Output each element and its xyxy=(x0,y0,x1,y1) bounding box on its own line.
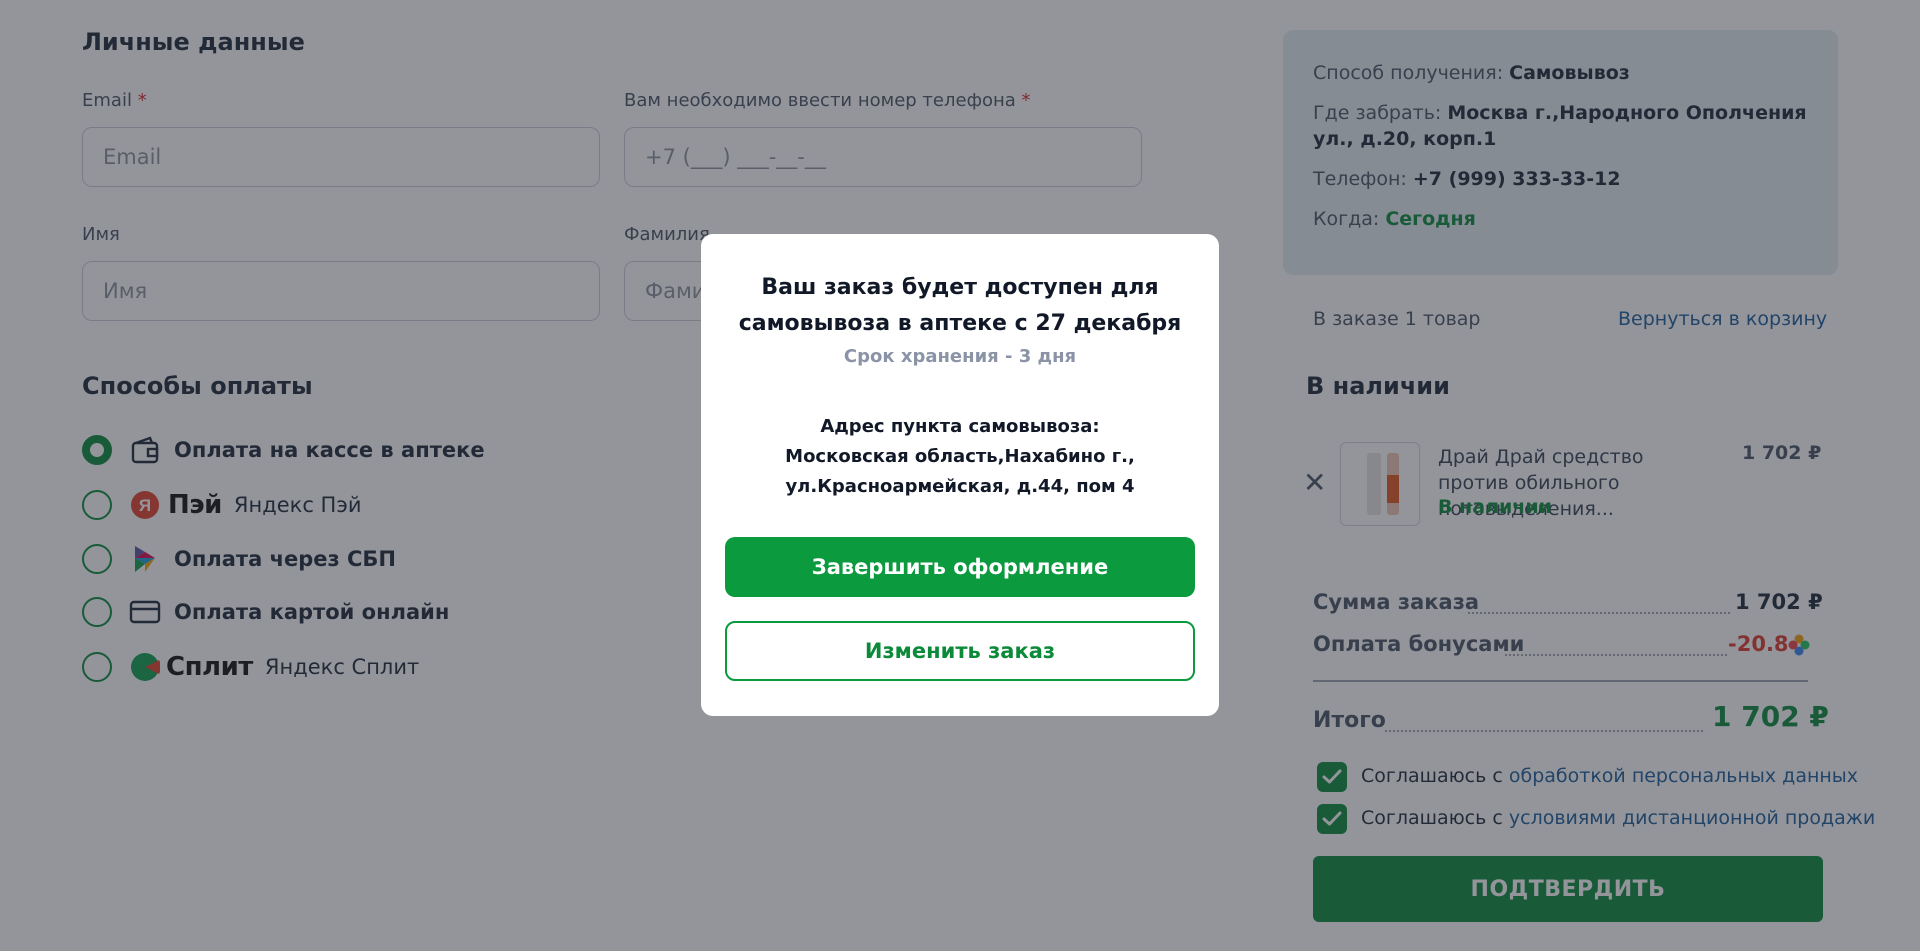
modal-title: Ваш заказ будет доступен для самовывоза … xyxy=(738,275,1182,336)
pickup-modal: Ваш заказ будет доступен для самовывоза … xyxy=(701,234,1219,716)
pickup-point-label: Адрес пункта самовывоза: xyxy=(820,416,1100,437)
pickup-point-address: Адрес пункта самовывоза: Московская обла… xyxy=(741,412,1179,502)
storage-period: Срок хранения - 3 дня xyxy=(843,346,1077,367)
finish-checkout-button[interactable]: Завершить оформление xyxy=(725,537,1195,597)
pickup-point-value: Московская область,Нахабино г., ул.Красн… xyxy=(785,446,1135,497)
change-order-button[interactable]: Изменить заказ xyxy=(725,621,1195,681)
